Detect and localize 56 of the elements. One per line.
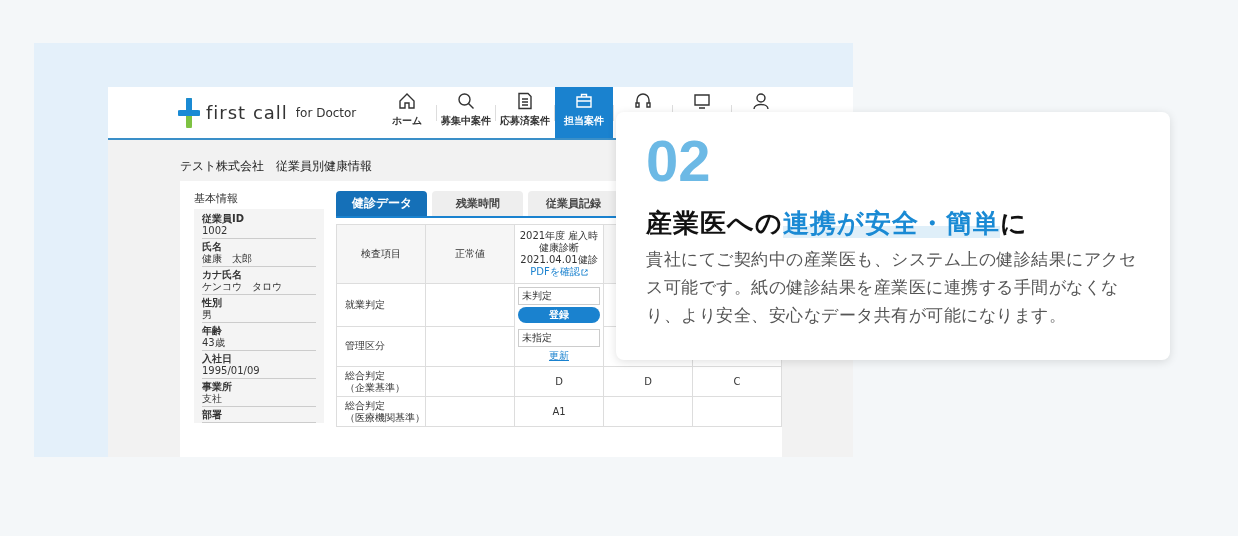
column-header: 2021年度 雇入時健康診断 (518, 230, 600, 254)
nav-item[interactable]: 応募済案件 (496, 87, 554, 138)
select-field[interactable]: 未判定 (518, 287, 600, 305)
row-label: 総合判定 (345, 399, 386, 412)
tab[interactable]: 健診データ (336, 191, 427, 216)
plus-logo-icon (178, 97, 200, 128)
table-cell: D (644, 376, 652, 387)
logo-text: first call (206, 102, 288, 123)
column-header: 検査項目 (336, 224, 426, 284)
row-label: 総合判定 (345, 369, 386, 382)
monitor-icon[interactable] (693, 92, 711, 110)
table-cell: A1 (552, 406, 566, 417)
person-icon[interactable] (752, 92, 770, 110)
register-button[interactable]: 登録 (518, 307, 600, 323)
field-label: 事業所 (202, 381, 233, 393)
table-cell: C (733, 376, 741, 387)
update-link[interactable]: 更新 (549, 349, 569, 363)
tab[interactable]: 従業員記録 (528, 191, 619, 216)
field-label: 部署 (202, 409, 223, 421)
field-label: 氏名 (202, 241, 223, 253)
pdf-link[interactable]: PDFを確認 (530, 266, 588, 278)
field-label: カナ氏名 (202, 269, 243, 281)
logo-subtitle: for Doctor (295, 105, 357, 120)
row-label: 就業判定 (345, 298, 386, 311)
nav-item[interactable]: ホーム (378, 87, 436, 138)
feature-number: 02 (646, 130, 712, 192)
briefcase-icon (575, 92, 593, 110)
column-header: 正常値 (425, 224, 515, 284)
field-value: 男 (202, 309, 213, 321)
field-value: 1995/01/09 (202, 365, 261, 377)
field-value: 43歳 (202, 337, 226, 349)
field-label: 入社日 (202, 353, 233, 365)
home-icon (398, 92, 416, 110)
field-label: 性別 (202, 297, 223, 309)
document-icon (516, 92, 534, 110)
exam-date: 2021.04.01健診 (519, 254, 599, 266)
table-cell: D (555, 376, 563, 387)
select-field[interactable]: 未指定 (518, 329, 600, 347)
tab[interactable]: 残業時間 (432, 191, 523, 216)
search-icon (457, 92, 475, 110)
field-value: 健康 太郎 (202, 253, 253, 265)
field-value: 1002 (202, 225, 229, 237)
row-label: （企業基準） (345, 381, 406, 394)
headset-icon[interactable] (634, 92, 652, 110)
field-label: 年齢 (202, 325, 223, 337)
external-link-icon (580, 268, 588, 276)
field-value: 支社 (202, 393, 223, 405)
feature-description: 貴社にてご契約中の産業医も、システム上の健診結果にアクセス可能です。紙の健診結果を産業医に連携する手間がなくなり、より安全、安心なデータ共有が可能になります。 (646, 249, 1137, 327)
field-value: ケンコウ タロウ (202, 281, 283, 293)
page-title: テスト株式会社 従業員別健康情報 (180, 158, 373, 175)
nav-item[interactable]: 募集中案件 (437, 87, 495, 138)
section-title: 基本情報 (194, 191, 239, 206)
nav-item[interactable]: 担当案件 (555, 87, 613, 138)
row-label: （医療機関基準） (345, 411, 422, 424)
row-label: 管理区分 (345, 340, 386, 353)
field-label: 従業員ID (202, 213, 246, 225)
